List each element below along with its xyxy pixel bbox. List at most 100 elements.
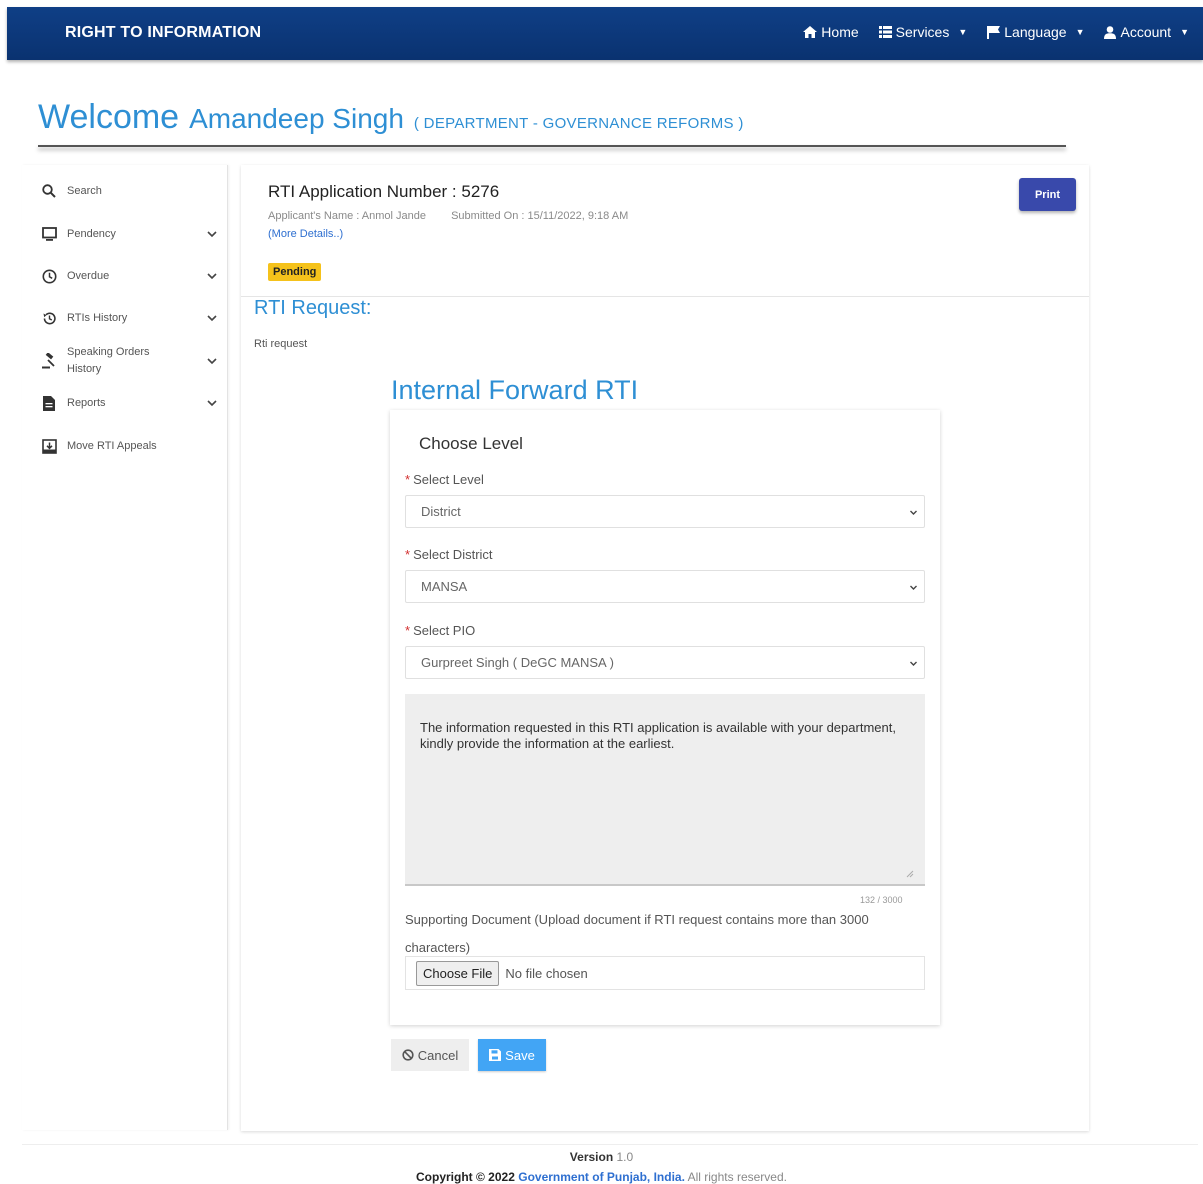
sidebar-item-label: Speaking Orders History <box>67 346 150 375</box>
welcome-user-name: Amandeep Singh <box>189 103 404 134</box>
top-navbar: RIGHT TO INFORMATION Home Services ▼ Lan… <box>7 7 1203 60</box>
caret-down-icon: ▼ <box>1075 27 1085 37</box>
nav-home[interactable]: Home <box>803 24 859 40</box>
version-number: 1.0 <box>616 1150 634 1164</box>
select-level-dropdown[interactable]: District <box>405 495 925 528</box>
cancel-label: Cancel <box>417 1047 459 1063</box>
required-marker: * <box>405 623 411 638</box>
nav-menu: Home Services ▼ Language ▼ Account ▼ <box>803 24 1189 40</box>
select-pio-value: Gurpreet Singh ( DeGC MANSA ) <box>421 655 614 670</box>
nav-account[interactable]: Account ▼ <box>1104 24 1189 40</box>
select-district-label-text: Select District <box>413 547 493 562</box>
chevron-down-icon <box>207 273 217 280</box>
welcome-header: Welcome Amandeep Singh ( DEPARTMENT - GO… <box>38 98 744 137</box>
footer-divider <box>22 1144 1198 1145</box>
sidebar-item-overdue[interactable]: Overdue <box>40 267 218 285</box>
rti-request-heading: RTI Request: <box>254 297 372 319</box>
sidebar-item-rtis-history[interactable]: RTIs History <box>40 309 218 327</box>
chevron-down-icon <box>207 400 217 407</box>
chevron-down-icon <box>910 585 917 590</box>
forward-form-card: Choose Level * Select Level District * Sel… <box>390 410 940 1025</box>
sidebar-item-label: Pendency <box>67 227 116 240</box>
nav-language[interactable]: Language ▼ <box>987 24 1084 40</box>
sidebar-item-move-rti-appeals[interactable]: Move RTI Appeals <box>40 437 218 455</box>
cancel-button[interactable]: Cancel <box>391 1039 469 1071</box>
gavel-icon <box>40 352 58 370</box>
required-marker: * <box>405 472 411 487</box>
submitted-on: Submitted On : 15/11/2022, 9:18 AM <box>451 210 629 222</box>
select-pio-label-text: Select PIO <box>413 623 476 638</box>
supporting-document-label: Supporting Document (Upload document if … <box>405 912 869 955</box>
nav-services[interactable]: Services ▼ <box>878 24 968 40</box>
welcome-department: ( DEPARTMENT - GOVERNANCE REFORMS ) <box>413 115 744 132</box>
chevron-down-icon <box>910 510 917 515</box>
chevron-down-icon <box>910 661 917 666</box>
sidebar-item-search[interactable]: Search <box>40 182 218 200</box>
user-icon <box>1104 25 1117 39</box>
message-textarea[interactable]: The information requested in this RTI ap… <box>405 694 925 886</box>
more-details-link[interactable]: (More Details..) <box>268 228 343 240</box>
flag-icon <box>987 25 1001 39</box>
sidebar-item-label: Overdue <box>67 269 110 282</box>
chevron-down-icon <box>207 231 217 238</box>
choose-level-title: Choose Level <box>419 434 523 453</box>
welcome-greeting: Welcome <box>38 98 180 136</box>
select-district-label: * Select District <box>405 547 493 562</box>
no-file-chosen-text: No file chosen <box>505 965 588 981</box>
resize-handle-icon[interactable] <box>906 870 914 878</box>
applicant-name: Applicant's Name : Anmol Jande <box>268 210 427 222</box>
internal-forward-heading: Internal Forward RTI <box>391 375 639 405</box>
sidebar-item-speaking-orders-history[interactable]: Speaking Orders History <box>40 344 218 378</box>
chevron-down-icon <box>207 315 217 322</box>
sidebar-item-reports[interactable]: Reports <box>40 394 218 412</box>
footer-version: Version 1.0 <box>0 1150 1203 1164</box>
select-district-value: MANSA <box>421 579 468 594</box>
application-number: RTI Application Number : 5276 <box>268 182 500 201</box>
ban-icon <box>402 1049 414 1061</box>
print-button[interactable]: Print <box>1019 178 1076 211</box>
sidebar-item-label: Reports <box>67 396 106 409</box>
floppy-disk-icon <box>489 1049 502 1061</box>
select-pio-label: * Select PIO <box>405 623 475 638</box>
nav-services-label: Services <box>895 24 950 40</box>
select-level-label: * Select Level <box>405 472 484 487</box>
caret-down-icon: ▼ <box>958 27 968 37</box>
application-header: RTI Application Number : 5276 Applicant'… <box>241 165 1089 297</box>
version-label: Version <box>569 1150 614 1164</box>
required-marker: * <box>405 547 411 562</box>
nav-home-label: Home <box>821 24 859 40</box>
sidebar-item-label: Search <box>67 184 102 197</box>
save-label: Save <box>505 1047 535 1063</box>
message-text: The information requested in this RTI ap… <box>420 720 896 751</box>
header-divider <box>38 145 1066 147</box>
select-district-dropdown[interactable]: MANSA <box>405 570 925 603</box>
file-upload-field[interactable]: Choose File No file chosen <box>405 956 925 990</box>
monitor-icon <box>40 225 58 243</box>
nav-language-label: Language <box>1004 24 1067 40</box>
character-counter: 132 / 3000 <box>860 895 903 905</box>
choose-file-button[interactable]: Choose File <box>416 960 500 986</box>
chevron-down-icon <box>207 358 217 365</box>
save-button[interactable]: Save <box>478 1039 546 1071</box>
application-meta: Applicant's Name : Anmol Jande Submitted… <box>268 210 650 222</box>
history-icon <box>40 309 58 327</box>
clock-icon <box>40 267 58 285</box>
nav-account-label: Account <box>1120 24 1172 40</box>
select-level-value: District <box>421 504 461 519</box>
search-icon <box>40 182 58 200</box>
status-badge: Pending <box>268 263 322 281</box>
rti-request-text: Rti request <box>254 338 308 350</box>
sidebar-item-label: Move RTI Appeals <box>67 439 157 452</box>
sidebar-item-label: RTIs History <box>67 311 128 324</box>
main-content: RTI Application Number : 5276 Applicant'… <box>241 165 1089 1131</box>
sidebar: Search Pendency Overdue RTIs History Spe… <box>22 165 228 1130</box>
document-icon <box>40 394 58 412</box>
home-icon <box>803 26 818 38</box>
select-level-label-text: Select Level <box>413 472 484 487</box>
caret-down-icon: ▼ <box>1180 27 1189 37</box>
move-icon <box>40 437 58 455</box>
select-pio-dropdown[interactable]: Gurpreet Singh ( DeGC MANSA ) <box>405 646 925 679</box>
brand-title[interactable]: RIGHT TO INFORMATION <box>65 24 261 42</box>
sidebar-item-pendency[interactable]: Pendency <box>40 225 218 243</box>
list-icon <box>878 26 892 38</box>
